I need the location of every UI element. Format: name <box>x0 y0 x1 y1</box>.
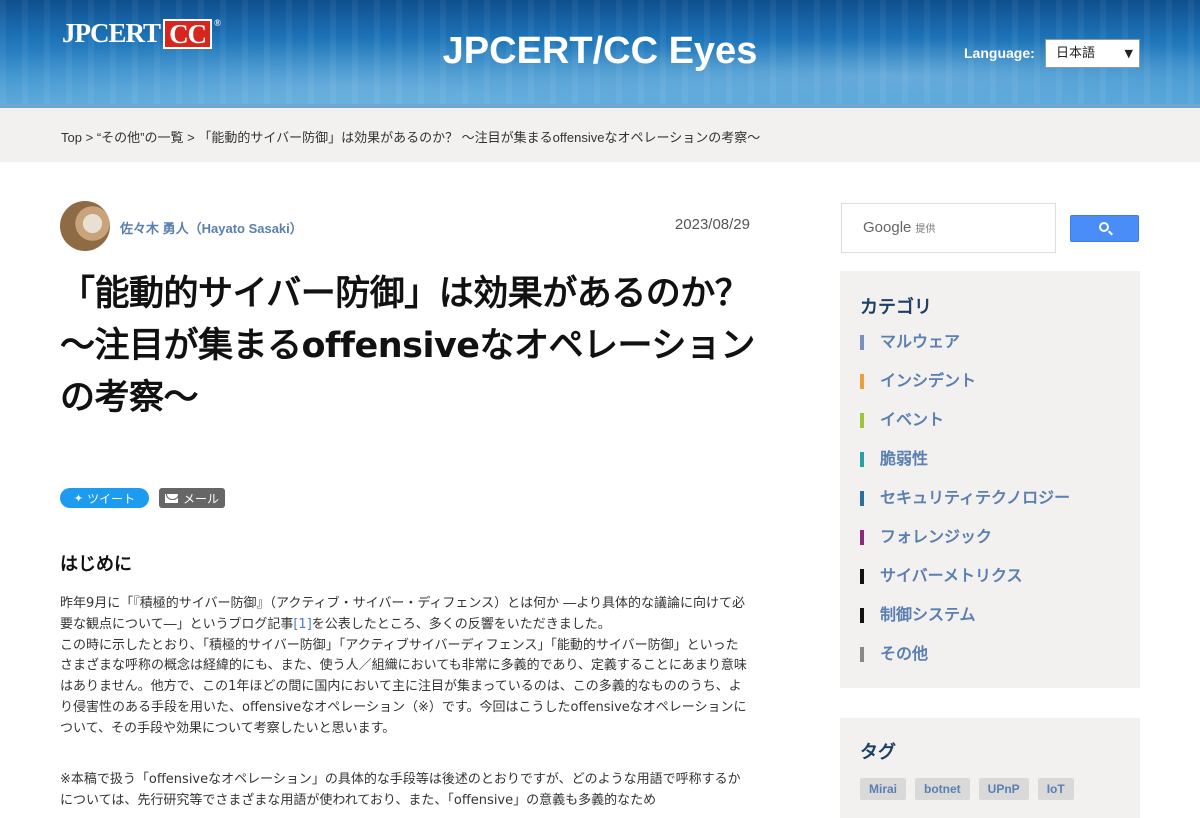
category-item[interactable]: マルウェア <box>860 327 1070 366</box>
category-color-bar <box>860 569 864 584</box>
breadcrumb-bar: Top > “その他”の一覧 > 「能動的サイバー防御」は効果があるのか？ ～注… <box>0 108 1200 162</box>
article-body: 昨年9月に「『積極的サイバー防御』（アクティブ・サイバー・ディフェンス）とは何か… <box>60 594 750 740</box>
tag-item[interactable]: IoT <box>1037 778 1074 800</box>
category-heading: カテゴリ <box>860 297 932 318</box>
category-color-bar <box>860 335 864 350</box>
search-icon <box>1099 222 1109 232</box>
breadcrumb-category[interactable]: “その他”の一覧 <box>97 130 184 145</box>
paragraph-2: この時に示したとおり、「積極的サイバー防御」「アクティブサイバーディフェンス」「… <box>60 637 747 736</box>
category-label: インシデント <box>880 371 977 390</box>
category-item[interactable]: サイバーメトリクス <box>860 561 1070 600</box>
category-label: フォレンジック <box>880 527 993 546</box>
post-title: 「能動的サイバー防御」は効果があるのか？ ～注目が集まるoffensiveなオペ… <box>60 274 755 418</box>
category-item[interactable]: 制御システム <box>860 600 1070 639</box>
category-label: その他 <box>880 644 929 663</box>
note-paragraph: ※本稿で扱う「offensiveなオペレーション」の具体的な手段等は後述のとおり… <box>60 772 741 808</box>
site-header: JPCERT CC ® JPCERT/CC Eyes Language: 日本語… <box>0 0 1200 108</box>
language-select[interactable]: 日本語 ▼ <box>1045 39 1140 68</box>
tag-item[interactable]: UPnP <box>978 778 1029 800</box>
category-item[interactable]: 脆弱性 <box>860 444 1070 483</box>
category-color-bar <box>860 452 864 467</box>
category-label: サイバーメトリクス <box>880 566 1023 585</box>
search-input[interactable]: Google 提供 <box>841 203 1056 253</box>
category-color-bar <box>860 491 864 506</box>
section-heading: はじめに <box>60 554 132 575</box>
category-color-bar <box>860 608 864 623</box>
search-button[interactable] <box>1070 215 1139 242</box>
breadcrumb: Top > “その他”の一覧 > 「能動的サイバー防御」は効果があるのか？ ～注… <box>61 130 761 145</box>
category-item[interactable]: その他 <box>860 639 1070 678</box>
tag-heading: タグ <box>860 742 896 763</box>
post-date: 2023/08/29 <box>674 216 750 233</box>
reference-link[interactable]: [1] <box>293 617 311 632</box>
category-color-bar <box>860 413 864 428</box>
category-label: セキュリティテクノロジー <box>880 488 1071 507</box>
category-color-bar <box>860 530 864 545</box>
tag-item[interactable]: botnet <box>915 778 970 800</box>
tweet-button[interactable]: ✦ ツイート <box>60 488 149 508</box>
author-avatar <box>60 201 110 251</box>
tag-item[interactable]: Mirai <box>860 778 907 800</box>
breadcrumb-current: 「能動的サイバー防御」は効果があるのか？ ～注目が集まるoffensiveなオペ… <box>198 130 761 145</box>
language-label: Language: <box>964 45 1035 61</box>
author-name[interactable]: 佐々木 勇人（Hayato Sasaki） <box>120 218 303 237</box>
category-label: 制御システム <box>880 605 976 624</box>
category-item[interactable]: フォレンジック <box>860 522 1070 561</box>
mail-button[interactable]: メール <box>159 488 225 508</box>
breadcrumb-top[interactable]: Top <box>61 130 82 145</box>
twitter-bird-icon: ✦ <box>73 491 84 505</box>
category-color-bar <box>860 647 864 662</box>
category-label: マルウェア <box>880 332 961 351</box>
tag-panel: タグ Mirai botnet UPnP IoT <box>840 718 1140 818</box>
category-list: マルウェアインシデント イベント脆弱性セキュリティテクノロジー フォレンジックサイバ… <box>860 327 1070 678</box>
category-color-bar <box>860 374 864 389</box>
category-panel: カテゴリ マルウェアインシデント イベント脆弱性セキュリティテクノロジー フォレンジ… <box>840 271 1140 688</box>
category-label: イベント <box>880 410 945 429</box>
category-label: 脆弱性 <box>880 449 929 468</box>
category-item[interactable]: セキュリティテクノロジー <box>860 483 1070 522</box>
tag-list: Mirai botnet UPnP IoT <box>860 778 1074 800</box>
chevron-down-icon: ▼ <box>1124 47 1133 60</box>
category-item[interactable]: インシデント <box>860 366 1070 405</box>
mail-icon <box>164 493 179 503</box>
category-item[interactable]: イベント <box>860 405 1070 444</box>
paragraph-1: 昨年9月に「『積極的サイバー防御』（アクティブ・サイバー・ディフェンス）とは何か… <box>60 596 746 632</box>
